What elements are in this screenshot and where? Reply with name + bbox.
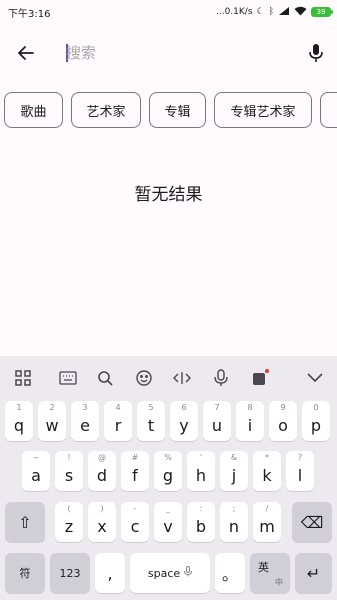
moon-icon: ☾ bbox=[256, 7, 265, 17]
key-i[interactable]: 8i bbox=[236, 401, 264, 441]
key-v[interactable]: _ v bbox=[154, 502, 182, 542]
lang-sub-label: 中 bbox=[275, 578, 283, 587]
empty-results-text: 暂无结果 bbox=[134, 185, 203, 205]
key-g[interactable]: % g bbox=[154, 451, 182, 491]
symbols-key[interactable]: 符 bbox=[5, 553, 45, 593]
key-u[interactable]: 7u bbox=[203, 401, 231, 441]
microphone-icon[interactable] bbox=[302, 39, 330, 67]
key-z[interactable]: (z bbox=[55, 502, 83, 542]
key-h[interactable]: ' h bbox=[187, 451, 215, 491]
search-bar bbox=[0, 30, 337, 76]
key-a[interactable]: ~ a bbox=[22, 451, 50, 491]
chip-artists[interactable]: 艺术家 bbox=[71, 92, 141, 128]
key-x[interactable]: ) x bbox=[88, 502, 116, 542]
skin-icon[interactable] bbox=[250, 368, 270, 388]
collapse-keyboard-icon[interactable] bbox=[305, 368, 325, 388]
key-l[interactable]: ? l bbox=[286, 451, 314, 491]
network-speed: ...0.1K/s bbox=[215, 7, 253, 17]
chip-more[interactable] bbox=[320, 92, 337, 128]
search-icon[interactable] bbox=[95, 368, 115, 388]
chip-albums[interactable]: 专辑 bbox=[149, 92, 206, 128]
grid-icon[interactable] bbox=[13, 368, 33, 388]
key-w[interactable]: 2w bbox=[38, 401, 66, 441]
emoji-icon[interactable] bbox=[134, 368, 154, 388]
key-c[interactable]: -c bbox=[121, 502, 149, 542]
status-bar: 下午3:16 ...0.1K/s ☾ ᛒ 39 bbox=[0, 0, 337, 24]
cursor-move-icon[interactable] bbox=[172, 368, 192, 388]
shift-key[interactable]: ⇧ bbox=[5, 502, 45, 542]
keyboard-icon[interactable] bbox=[58, 368, 78, 388]
space-mic-icon bbox=[184, 566, 193, 580]
language-switch-key[interactable]: 英 中 bbox=[250, 553, 290, 593]
soft-keyboard: 1q 2w 3e 4r 5t 6y 7u 8i 9o 0p ~ a ! s @ d #… bbox=[0, 356, 337, 600]
enter-key[interactable]: ↵ bbox=[295, 553, 332, 593]
status-time: 下午3:16 bbox=[8, 8, 51, 20]
key-d[interactable]: @ d bbox=[88, 451, 116, 491]
search-input[interactable] bbox=[66, 40, 286, 66]
space-key[interactable]: space bbox=[130, 553, 210, 593]
key-t[interactable]: 5t bbox=[137, 401, 165, 441]
filter-chips: 歌曲 艺术家 专辑 专辑艺术家 bbox=[4, 92, 337, 128]
key-p[interactable]: 0p bbox=[302, 401, 330, 441]
chip-songs[interactable]: 歌曲 bbox=[4, 92, 63, 128]
back-arrow-icon[interactable] bbox=[12, 39, 40, 67]
lang-main-label: 英 bbox=[258, 561, 269, 574]
key-n[interactable]: ; n bbox=[220, 502, 248, 542]
space-label: space bbox=[147, 566, 181, 580]
key-k[interactable]: * k bbox=[253, 451, 281, 491]
backspace-key[interactable]: ⌫ bbox=[292, 502, 332, 542]
voice-input-icon[interactable] bbox=[211, 368, 231, 388]
key-r[interactable]: 4r bbox=[104, 401, 132, 441]
key-o[interactable]: 9o bbox=[269, 401, 297, 441]
chip-album-artists[interactable]: 专辑艺术家 bbox=[214, 92, 312, 128]
key-q[interactable]: 1q bbox=[5, 401, 33, 441]
battery-icon: 39 bbox=[311, 7, 333, 17]
key-m[interactable]: / m bbox=[253, 502, 281, 542]
comma-key[interactable]: , bbox=[95, 553, 125, 593]
key-b[interactable]: :b bbox=[187, 502, 215, 542]
signal-icon bbox=[278, 6, 290, 19]
key-j[interactable]: & j bbox=[220, 451, 248, 491]
bluetooth-icon: ᛒ bbox=[268, 7, 274, 17]
key-e[interactable]: 3e bbox=[71, 401, 99, 441]
key-f[interactable]: # f bbox=[121, 451, 149, 491]
key-s[interactable]: ! s bbox=[55, 451, 83, 491]
status-icons: ...0.1K/s ☾ ᛒ 39 bbox=[215, 6, 333, 19]
numbers-key[interactable]: 123 bbox=[50, 553, 90, 593]
keyboard-toolbar bbox=[0, 356, 337, 400]
period-key[interactable]: 。 bbox=[215, 553, 245, 593]
wifi-icon bbox=[294, 6, 307, 19]
key-y[interactable]: 6y bbox=[170, 401, 198, 441]
